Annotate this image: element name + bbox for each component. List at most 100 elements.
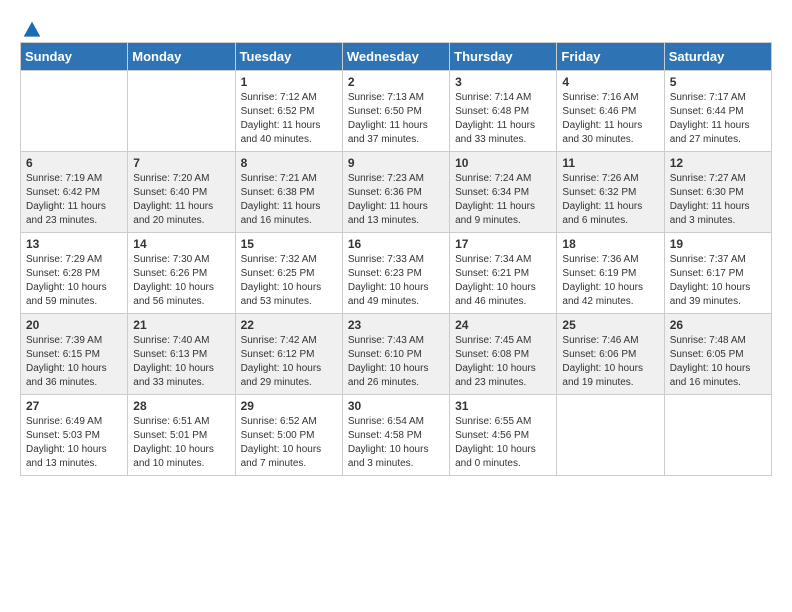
day-number: 20 bbox=[26, 318, 122, 332]
calendar-cell: 11 Sunrise: 7:26 AM Sunset: 6:32 PM Dayli… bbox=[557, 152, 664, 233]
day-info: Sunrise: 6:51 AM Sunset: 5:01 PM Dayligh… bbox=[133, 415, 229, 471]
calendar-week-row: 27 Sunrise: 6:49 AM Sunset: 5:03 PM Dayli… bbox=[21, 395, 772, 476]
day-number: 21 bbox=[133, 318, 229, 332]
calendar-cell: 7 Sunrise: 7:20 AM Sunset: 6:40 PM Daylig… bbox=[128, 152, 235, 233]
day-info: Sunrise: 6:49 AM Sunset: 5:03 PM Dayligh… bbox=[26, 415, 122, 471]
calendar-cell: 30 Sunrise: 6:54 AM Sunset: 4:58 PM Dayli… bbox=[342, 395, 449, 476]
calendar-cell: 25 Sunrise: 7:46 AM Sunset: 6:06 PM Dayli… bbox=[557, 314, 664, 395]
day-info: Sunrise: 7:17 AM Sunset: 6:44 PM Dayligh… bbox=[670, 91, 766, 147]
calendar-week-row: 20Sunrise: 7:39 AM Sunset: 6:15 PM Dayli… bbox=[21, 314, 772, 395]
day-number: 6 bbox=[26, 156, 122, 170]
day-info: Sunrise: 7:27 AM Sunset: 6:30 PM Dayligh… bbox=[670, 172, 766, 228]
calendar-week-row: 13 Sunrise: 7:29 AM Sunset: 6:28 PM Dayli… bbox=[21, 233, 772, 314]
calendar-cell: 24 Sunrise: 7:45 AM Sunset: 6:08 PM Dayli… bbox=[450, 314, 557, 395]
weekday-header: Sunday bbox=[21, 43, 128, 71]
day-info: Sunrise: 7:33 AM Sunset: 6:23 PM Dayligh… bbox=[348, 253, 444, 309]
day-number: 19 bbox=[670, 237, 766, 251]
day-number: 9 bbox=[348, 156, 444, 170]
day-info: Sunrise: 7:40 AM Sunset: 6:13 PM Dayligh… bbox=[133, 334, 229, 390]
calendar-cell: 10 Sunrise: 7:24 AM Sunset: 6:34 PM Dayli… bbox=[450, 152, 557, 233]
day-info: Sunrise: 7:21 AM Sunset: 6:38 PM Dayligh… bbox=[241, 172, 337, 228]
day-info: Sunrise: 6:55 AM Sunset: 4:56 PM Dayligh… bbox=[455, 415, 551, 471]
calendar-cell: 3 Sunrise: 7:14 AM Sunset: 6:48 PM Daylig… bbox=[450, 71, 557, 152]
day-info: Sunrise: 7:19 AM Sunset: 6:42 PM Dayligh… bbox=[26, 172, 122, 228]
calendar-cell: 21 Sunrise: 7:40 AM Sunset: 6:13 PM Dayli… bbox=[128, 314, 235, 395]
day-info: Sunrise: 7:32 AM Sunset: 6:25 PM Dayligh… bbox=[241, 253, 337, 309]
day-number: 27 bbox=[26, 399, 122, 413]
day-number: 15 bbox=[241, 237, 337, 251]
day-info: Sunrise: 7:36 AM Sunset: 6:19 PM Dayligh… bbox=[562, 253, 658, 309]
calendar-table: SundayMondayTuesdayWednesdayThursdayFrid… bbox=[20, 42, 772, 476]
day-number: 30 bbox=[348, 399, 444, 413]
calendar-cell: 12 Sunrise: 7:27 AM Sunset: 6:30 PM Dayli… bbox=[664, 152, 771, 233]
calendar-cell bbox=[128, 71, 235, 152]
day-number: 3 bbox=[455, 75, 551, 89]
calendar-cell: 15 Sunrise: 7:32 AM Sunset: 6:25 PM Dayli… bbox=[235, 233, 342, 314]
calendar-cell: 6 Sunrise: 7:19 AM Sunset: 6:42 PM Daylig… bbox=[21, 152, 128, 233]
day-number: 12 bbox=[670, 156, 766, 170]
day-number: 4 bbox=[562, 75, 658, 89]
day-info: Sunrise: 7:43 AM Sunset: 6:10 PM Dayligh… bbox=[348, 334, 444, 390]
day-info: Sunrise: 7:20 AM Sunset: 6:40 PM Dayligh… bbox=[133, 172, 229, 228]
day-number: 24 bbox=[455, 318, 551, 332]
calendar-cell: 9 Sunrise: 7:23 AM Sunset: 6:36 PM Daylig… bbox=[342, 152, 449, 233]
day-number: 26 bbox=[670, 318, 766, 332]
calendar-cell: 8 Sunrise: 7:21 AM Sunset: 6:38 PM Daylig… bbox=[235, 152, 342, 233]
calendar-week-row: 6 Sunrise: 7:19 AM Sunset: 6:42 PM Daylig… bbox=[21, 152, 772, 233]
calendar-cell: 26 Sunrise: 7:48 AM Sunset: 6:05 PM Dayli… bbox=[664, 314, 771, 395]
day-number: 11 bbox=[562, 156, 658, 170]
calendar-cell: 22Sunrise: 7:42 AM Sunset: 6:12 PM Dayli… bbox=[235, 314, 342, 395]
day-info: Sunrise: 6:54 AM Sunset: 4:58 PM Dayligh… bbox=[348, 415, 444, 471]
calendar-cell: 17Sunrise: 7:34 AM Sunset: 6:21 PM Dayli… bbox=[450, 233, 557, 314]
day-info: Sunrise: 7:16 AM Sunset: 6:46 PM Dayligh… bbox=[562, 91, 658, 147]
day-number: 18 bbox=[562, 237, 658, 251]
day-number: 1 bbox=[241, 75, 337, 89]
calendar-week-row: 1Sunrise: 7:12 AM Sunset: 6:52 PM Daylig… bbox=[21, 71, 772, 152]
day-number: 13 bbox=[26, 237, 122, 251]
calendar-cell: 27 Sunrise: 6:49 AM Sunset: 5:03 PM Dayli… bbox=[21, 395, 128, 476]
logo bbox=[20, 20, 42, 32]
day-info: Sunrise: 7:13 AM Sunset: 6:50 PM Dayligh… bbox=[348, 91, 444, 147]
weekday-header: Monday bbox=[128, 43, 235, 71]
day-info: Sunrise: 7:45 AM Sunset: 6:08 PM Dayligh… bbox=[455, 334, 551, 390]
logo-icon bbox=[22, 20, 42, 40]
calendar-cell: 4 Sunrise: 7:16 AM Sunset: 6:46 PM Daylig… bbox=[557, 71, 664, 152]
calendar-cell bbox=[557, 395, 664, 476]
calendar-cell bbox=[21, 71, 128, 152]
day-number: 17 bbox=[455, 237, 551, 251]
day-info: Sunrise: 7:26 AM Sunset: 6:32 PM Dayligh… bbox=[562, 172, 658, 228]
calendar-cell: 18 Sunrise: 7:36 AM Sunset: 6:19 PM Dayli… bbox=[557, 233, 664, 314]
day-info: Sunrise: 7:29 AM Sunset: 6:28 PM Dayligh… bbox=[26, 253, 122, 309]
calendar-cell: 20Sunrise: 7:39 AM Sunset: 6:15 PM Dayli… bbox=[21, 314, 128, 395]
calendar-cell: 31 Sunrise: 6:55 AM Sunset: 4:56 PM Dayli… bbox=[450, 395, 557, 476]
weekday-header: Saturday bbox=[664, 43, 771, 71]
calendar-cell: 14Sunrise: 7:30 AM Sunset: 6:26 PM Dayli… bbox=[128, 233, 235, 314]
calendar-cell: 1Sunrise: 7:12 AM Sunset: 6:52 PM Daylig… bbox=[235, 71, 342, 152]
day-info: Sunrise: 7:30 AM Sunset: 6:26 PM Dayligh… bbox=[133, 253, 229, 309]
day-info: Sunrise: 7:46 AM Sunset: 6:06 PM Dayligh… bbox=[562, 334, 658, 390]
day-number: 2 bbox=[348, 75, 444, 89]
day-number: 7 bbox=[133, 156, 229, 170]
day-info: Sunrise: 7:24 AM Sunset: 6:34 PM Dayligh… bbox=[455, 172, 551, 228]
calendar-cell: 19Sunrise: 7:37 AM Sunset: 6:17 PM Dayli… bbox=[664, 233, 771, 314]
day-number: 29 bbox=[241, 399, 337, 413]
page-header bbox=[20, 20, 772, 32]
day-number: 8 bbox=[241, 156, 337, 170]
day-info: Sunrise: 7:23 AM Sunset: 6:36 PM Dayligh… bbox=[348, 172, 444, 228]
calendar-cell: 5 Sunrise: 7:17 AM Sunset: 6:44 PM Daylig… bbox=[664, 71, 771, 152]
day-info: Sunrise: 7:14 AM Sunset: 6:48 PM Dayligh… bbox=[455, 91, 551, 147]
day-number: 31 bbox=[455, 399, 551, 413]
day-number: 23 bbox=[348, 318, 444, 332]
calendar-cell: 23 Sunrise: 7:43 AM Sunset: 6:10 PM Dayli… bbox=[342, 314, 449, 395]
day-info: Sunrise: 7:48 AM Sunset: 6:05 PM Dayligh… bbox=[670, 334, 766, 390]
day-number: 10 bbox=[455, 156, 551, 170]
calendar-cell: 28Sunrise: 6:51 AM Sunset: 5:01 PM Dayli… bbox=[128, 395, 235, 476]
calendar-cell: 29Sunrise: 6:52 AM Sunset: 5:00 PM Dayli… bbox=[235, 395, 342, 476]
day-info: Sunrise: 7:42 AM Sunset: 6:12 PM Dayligh… bbox=[241, 334, 337, 390]
day-number: 25 bbox=[562, 318, 658, 332]
day-number: 5 bbox=[670, 75, 766, 89]
calendar-cell: 2 Sunrise: 7:13 AM Sunset: 6:50 PM Daylig… bbox=[342, 71, 449, 152]
day-number: 16 bbox=[348, 237, 444, 251]
calendar-cell: 16 Sunrise: 7:33 AM Sunset: 6:23 PM Dayli… bbox=[342, 233, 449, 314]
weekday-header: Wednesday bbox=[342, 43, 449, 71]
